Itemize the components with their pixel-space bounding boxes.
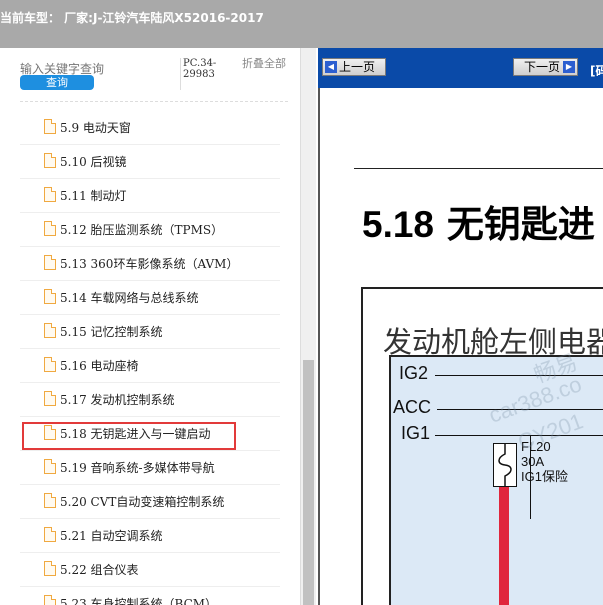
- code-label: PC.34-29983: [183, 58, 217, 80]
- page-title: 5.18 无钥匙进: [362, 194, 595, 248]
- tree-item[interactable]: 5.20 CVT自动变速箱控制系统: [20, 485, 280, 519]
- fuse-box: IG2 ACC IG1 FL20 30A IG1保险 畅易 car388.co …: [389, 349, 603, 605]
- prev-page-label: 上一页: [339, 60, 376, 74]
- document-icon: [44, 493, 56, 508]
- tree-item[interactable]: 5.11 制动灯: [20, 179, 280, 213]
- vehicle-title: 当前车型： 厂家:J-江铃汽车陆风X52016-2017: [0, 11, 264, 25]
- page-title-number: 5.18: [362, 204, 435, 245]
- page-title-text: 无钥匙进: [446, 202, 595, 246]
- fold-all-button[interactable]: 折叠全部: [242, 58, 292, 70]
- arrow-right-icon: ▶: [563, 61, 575, 73]
- tree-item[interactable]: 5.19 音响系统-多媒体带导航: [20, 451, 280, 485]
- document-icon: [44, 391, 56, 406]
- power-wire: [499, 487, 509, 605]
- tree-item[interactable]: 5.21 自动空调系统: [20, 519, 280, 553]
- tree-item[interactable]: 5.16 电动座椅: [20, 349, 280, 383]
- tree-item[interactable]: 5.14 车载网络与总线系统: [20, 281, 280, 315]
- prev-page-button[interactable]: ◀ 上一页: [322, 58, 386, 76]
- search-button[interactable]: 查询: [20, 75, 94, 90]
- title-bar: 当前车型： 厂家:J-江铃汽车陆风X52016-2017: [0, 0, 603, 48]
- fuse-icon: [493, 443, 517, 487]
- next-page-label: 下一页: [524, 60, 561, 74]
- document-icon: [44, 119, 56, 134]
- signal-ig2: IG2: [399, 363, 429, 383]
- document-icon: [44, 255, 56, 270]
- tree-item[interactable]: 5.23 车身控制系统（BCM）: [20, 587, 280, 605]
- tree-item[interactable]: 5.9 电动天窗: [20, 111, 280, 145]
- tree-item-label: 5.13 360环车影像系统（AVM）: [60, 257, 239, 271]
- tree-item-label: 5.23 车身控制系统（BCM）: [60, 597, 218, 605]
- wiring-diagram: 发动机舱左侧电器 IG2 ACC IG1 FL20 30A IG1保险 畅易 c…: [361, 287, 603, 605]
- tree-item-label: 5.12 胎压监测系统（TPMS）: [60, 223, 224, 237]
- signal-ig1: IG1: [401, 423, 431, 443]
- tree-item-label: 5.10 后视镜: [60, 155, 127, 169]
- tree-item-label: 5.17 发动机控制系统: [60, 393, 175, 407]
- tree-item[interactable]: 5.18 无钥匙进入与一键启动: [20, 417, 280, 451]
- sidebar: 查询 PC.34-29983 折叠全部 5.9 电动天窗 5.10 后视镜 5.11…: [0, 48, 316, 605]
- divider: [20, 101, 288, 102]
- document-icon: [44, 187, 56, 202]
- scrollbar-thumb[interactable]: [303, 360, 314, 605]
- tree-item-label: 5.15 记忆控制系统: [60, 325, 163, 339]
- selection-highlight: [22, 422, 236, 450]
- document-icon: [44, 561, 56, 576]
- tree-item-label: 5.21 自动空调系统: [60, 529, 163, 543]
- page-rule: [354, 168, 603, 169]
- chapter-tree: 5.9 电动天窗 5.10 后视镜 5.11 制动灯 5.12 胎压监测系统（TPMS…: [20, 111, 280, 605]
- document-icon: [44, 221, 56, 236]
- tree-item[interactable]: 5.17 发动机控制系统: [20, 383, 280, 417]
- tree-item-label: 5.9 电动天窗: [60, 121, 131, 135]
- tree-item-label: 5.11 制动灯: [60, 189, 127, 203]
- fuse-symbol-icon: [498, 444, 512, 486]
- divider: [180, 58, 181, 90]
- fuse-name: IG1保险: [521, 469, 568, 484]
- tree-item-label: 5.20 CVT自动变速箱控制系统: [60, 495, 225, 509]
- tree-item[interactable]: 5.22 组合仪表: [20, 553, 280, 587]
- search-area: 查询 PC.34-29983 折叠全部: [0, 48, 300, 102]
- tree-item-label: 5.16 电动座椅: [60, 359, 139, 373]
- tree-item[interactable]: 5.10 后视镜: [20, 145, 280, 179]
- document-icon: [44, 527, 56, 542]
- next-page-button[interactable]: 下一页 ▶: [513, 58, 578, 76]
- tree-item[interactable]: 5.15 记忆控制系统: [20, 315, 280, 349]
- tree-item-label: 5.22 组合仪表: [60, 563, 139, 577]
- tree-item-label: 5.19 音响系统-多媒体带导航: [60, 461, 215, 475]
- viewer-border: [318, 88, 320, 605]
- document-viewer: ◀ 上一页 下一页 ▶ [码 5.18 无钥匙进 发动机舱左侧电器 IG2 AC…: [318, 48, 603, 605]
- document-icon: [44, 153, 56, 168]
- document-icon: [44, 357, 56, 372]
- document-icon: [44, 459, 56, 474]
- tree-item[interactable]: 5.12 胎压监测系统（TPMS）: [20, 213, 280, 247]
- viewer-toolbar: ◀ 上一页 下一页 ▶ [码: [318, 48, 603, 88]
- tree-item[interactable]: 5.13 360环车影像系统（AVM）: [20, 247, 280, 281]
- fuse-rating: 30A: [521, 454, 545, 469]
- toolbar-extra-label: [码: [590, 64, 603, 78]
- document-icon: [44, 289, 56, 304]
- sidebar-scrollbar[interactable]: [300, 48, 316, 605]
- document-icon: [44, 323, 56, 338]
- arrow-left-icon: ◀: [325, 61, 337, 73]
- document-icon: [44, 595, 56, 605]
- signal-acc: ACC: [393, 397, 432, 417]
- tree-item-label: 5.14 车载网络与总线系统: [60, 291, 199, 305]
